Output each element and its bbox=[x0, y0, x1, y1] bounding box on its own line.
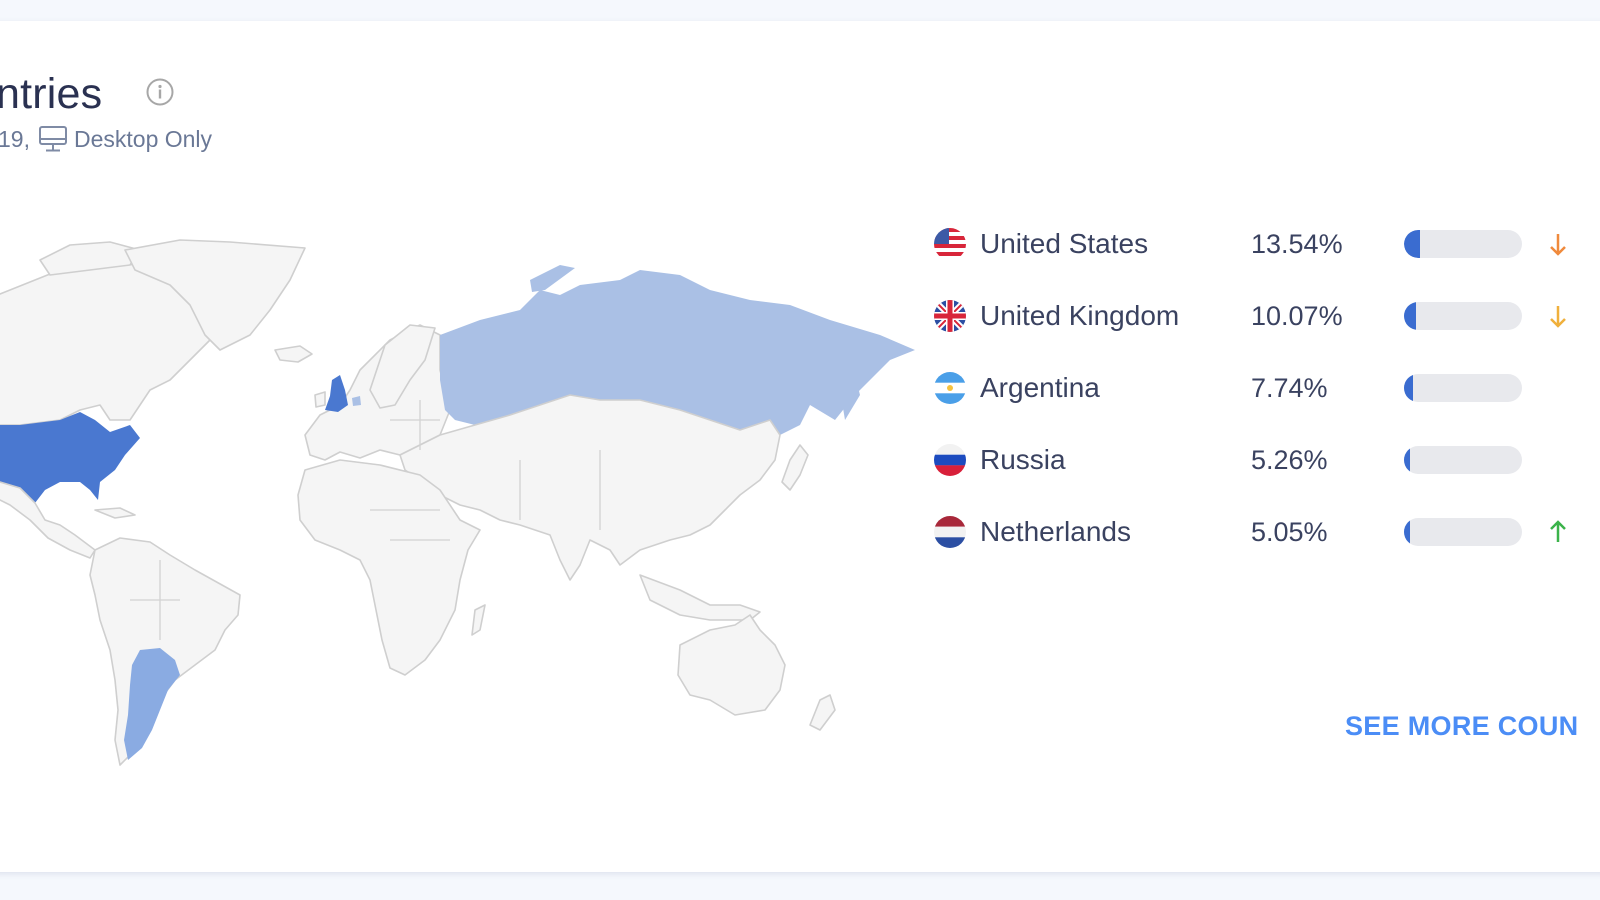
trend-down-icon bbox=[1550, 306, 1566, 328]
map-japan[interactable] bbox=[781, 444, 809, 491]
country-name[interactable]: United Kingdom bbox=[980, 300, 1179, 332]
see-more-countries-link[interactable]: SEE MORE COUN bbox=[1345, 711, 1578, 742]
share-bar-fill bbox=[1404, 374, 1414, 402]
country-row-argentina[interactable]: Argentina 7.74% bbox=[934, 366, 1600, 410]
map-indonesia[interactable] bbox=[639, 574, 761, 621]
country-share: 13.54% bbox=[1251, 228, 1343, 259]
country-share: 10.07% bbox=[1251, 300, 1343, 331]
country-row-united-kingdom[interactable]: United Kingdom 10.07% bbox=[934, 294, 1600, 338]
share-bar-fill bbox=[1404, 302, 1416, 330]
map-united-kingdom[interactable] bbox=[325, 375, 348, 412]
us-flag-icon bbox=[934, 228, 966, 260]
card-subtitle: 19, Desktop Only bbox=[0, 124, 212, 154]
share-bar bbox=[1404, 518, 1522, 546]
trend-down-icon bbox=[1550, 234, 1566, 256]
country-row-russia[interactable]: Russia 5.26% bbox=[934, 438, 1600, 482]
country-share: 5.26% bbox=[1251, 444, 1328, 475]
map-caribbean[interactable] bbox=[94, 507, 136, 519]
share-bar bbox=[1404, 374, 1522, 402]
map-madagascar[interactable] bbox=[471, 604, 486, 636]
map-new-zealand[interactable] bbox=[809, 694, 836, 731]
info-icon[interactable] bbox=[146, 78, 174, 106]
world-map[interactable] bbox=[0, 220, 920, 780]
desktop-icon bbox=[38, 126, 67, 152]
subtitle-date: 19, bbox=[0, 126, 30, 152]
map-ireland[interactable] bbox=[314, 391, 326, 408]
country-name[interactable]: Netherlands bbox=[980, 516, 1131, 548]
map-australia[interactable] bbox=[677, 614, 786, 716]
uk-flag-icon bbox=[934, 300, 966, 332]
trend-up-icon bbox=[1550, 520, 1566, 542]
country-row-united-states[interactable]: United States 13.54% bbox=[934, 222, 1600, 266]
share-bar-fill bbox=[1404, 518, 1410, 546]
country-row-netherlands[interactable]: Netherlands 5.05% bbox=[934, 510, 1600, 554]
map-argentina[interactable] bbox=[124, 648, 180, 760]
card-title: ntries bbox=[0, 70, 103, 118]
country-share: 5.05% bbox=[1251, 516, 1328, 547]
map-iceland[interactable] bbox=[274, 345, 313, 363]
country-name[interactable]: United States bbox=[980, 228, 1148, 260]
map-novaya-zemlya[interactable] bbox=[530, 265, 575, 292]
share-bar-fill bbox=[1404, 230, 1420, 258]
argentina-flag-icon bbox=[934, 372, 966, 404]
country-name[interactable]: Russia bbox=[980, 444, 1066, 476]
share-bar bbox=[1404, 446, 1522, 474]
netherlands-flag-icon bbox=[934, 516, 966, 548]
share-bar bbox=[1404, 230, 1522, 258]
share-bar bbox=[1404, 302, 1522, 330]
country-share: 7.74% bbox=[1251, 372, 1328, 403]
russia-flag-icon bbox=[934, 444, 966, 476]
subtitle-device: Desktop Only bbox=[73, 126, 213, 152]
share-bar-fill bbox=[1404, 446, 1411, 474]
map-south-america[interactable] bbox=[89, 537, 241, 766]
map-mexico[interactable] bbox=[0, 481, 96, 559]
country-name[interactable]: Argentina bbox=[980, 372, 1100, 404]
